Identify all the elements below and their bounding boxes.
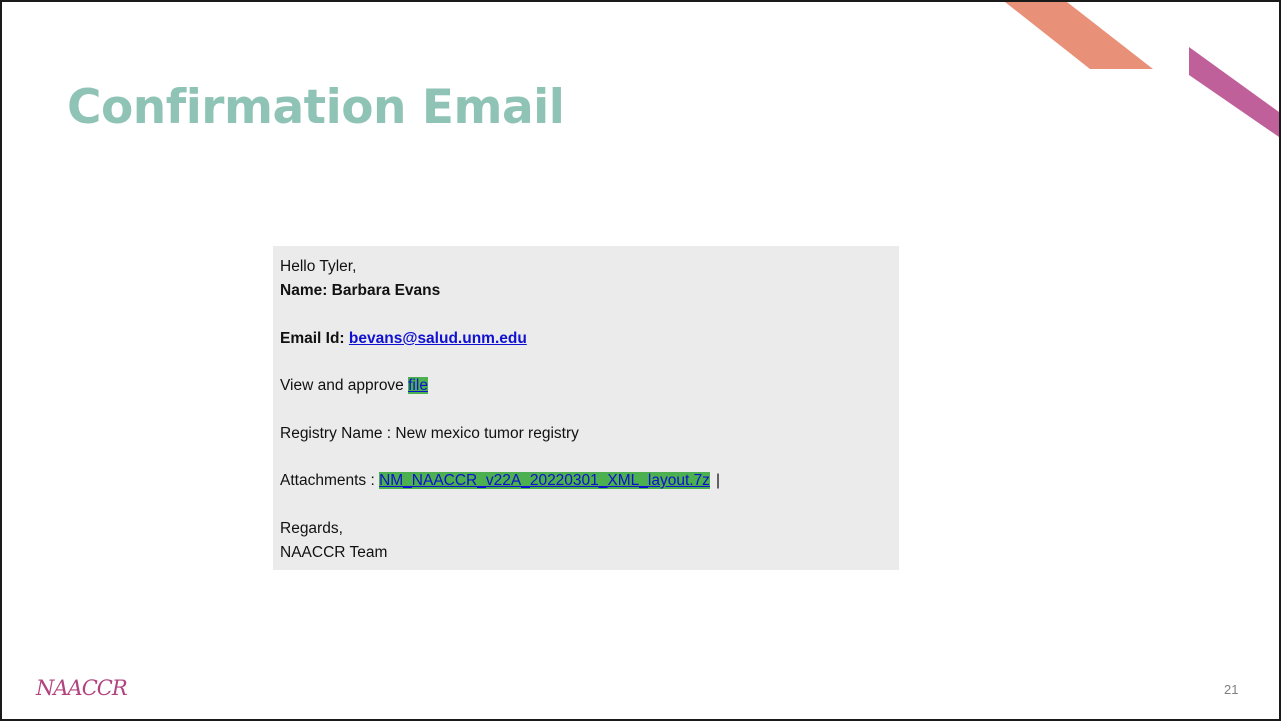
naaccr-logo: NAACCR	[36, 676, 128, 700]
email-name-line: Name: Barbara Evans	[280, 282, 441, 299]
email-id-line: Email Id: bevans@salud.unm.edu	[280, 330, 527, 348]
email-greeting: Hello Tyler,	[280, 258, 357, 275]
approve-line: View and approve file	[280, 377, 428, 395]
orange-stripe	[1005, 2, 1153, 69]
attachments-line: Attachments : NM_NAACCR_v22A_20220301_XM…	[280, 472, 720, 490]
pink-stripe	[1189, 47, 1279, 137]
regards-line: Regards,	[280, 520, 343, 537]
attachment-file-link[interactable]: NM_NAACCR_v22A_20220301_XML_layout.7z	[379, 472, 710, 489]
email-address-link[interactable]: bevans@salud.unm.edu	[349, 330, 527, 347]
email-id-label: Email Id:	[280, 330, 349, 347]
text-cursor: |	[715, 472, 720, 489]
approve-file-link[interactable]: file	[408, 377, 428, 394]
slide-title: Confirmation Email	[67, 80, 565, 135]
team-signature: NAACCR Team	[280, 544, 388, 561]
approve-text: View and approve	[280, 377, 409, 394]
slide: Confirmation Email Hello Tyler, Name: Ba…	[0, 0, 1281, 721]
page-number: 21	[1224, 682, 1239, 697]
attachments-label: Attachments :	[280, 472, 380, 489]
email-screenshot: Hello Tyler, Name: Barbara Evans Email I…	[273, 246, 899, 570]
registry-line: Registry Name : New mexico tumor registr…	[280, 425, 579, 442]
